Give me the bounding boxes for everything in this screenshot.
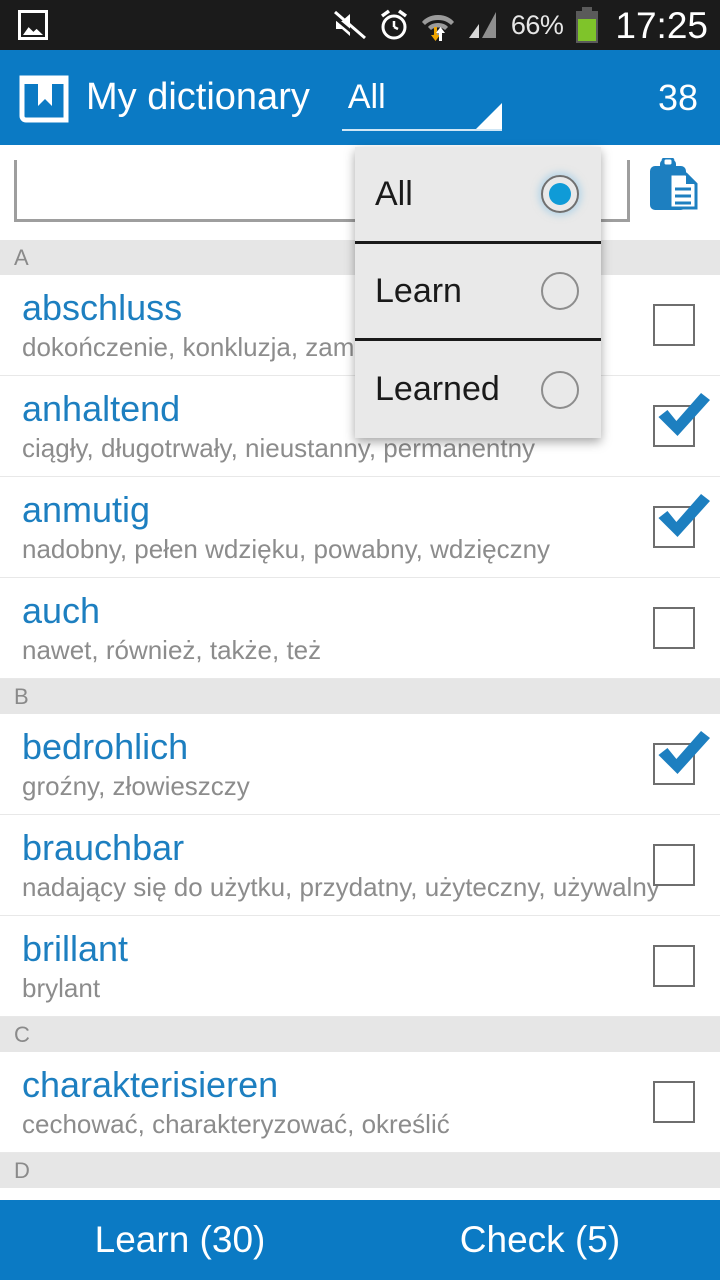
battery-icon [576, 7, 599, 43]
status-bar-right: 66% 17:25 [333, 7, 708, 44]
section-header-b: B [0, 679, 720, 714]
word-checkbox-cell [628, 945, 720, 987]
word-row[interactable]: brauchbar nadający się do użytku, przydat… [0, 815, 720, 916]
action-bar: My dictionary All 38 [0, 50, 720, 145]
word-term: auch [22, 590, 101, 631]
dropdown-item-learned[interactable]: Learned [355, 341, 601, 438]
dropdown-item-label: Learned [375, 370, 500, 408]
word-term: bedrohlich [22, 726, 189, 767]
dropdown-item-label: All [375, 174, 413, 213]
book-bookmark-icon [19, 75, 69, 122]
battery-percent: 66% [510, 9, 564, 40]
word-term: brillant [22, 928, 129, 969]
word-definition: nadający się do użytku, przydatny, użyte… [22, 872, 660, 902]
word-checkbox-cell [628, 1081, 720, 1123]
checkbox-unchecked[interactable] [653, 844, 695, 886]
word-texts: brillant brylant [22, 927, 628, 1005]
dropdown-item-all[interactable]: All [355, 147, 601, 244]
checkbox-unchecked[interactable] [653, 607, 695, 649]
alarm-icon [380, 9, 407, 40]
filter-spinner[interactable]: All [341, 50, 502, 145]
word-row[interactable]: charakterisieren cechować, charakteryzowa… [0, 1052, 720, 1153]
word-texts: bedrohlich groźny, złowieszczy [22, 725, 628, 803]
gallery-icon [18, 10, 48, 40]
word-row[interactable]: anmutig nadobny, pełen wdzięku, powabny, … [0, 477, 720, 578]
word-count-badge: 38 [657, 76, 698, 118]
section-header-c: C [0, 1017, 720, 1052]
checkbox-unchecked[interactable] [653, 1081, 695, 1123]
word-definition: brylant [22, 973, 101, 1003]
learn-button[interactable]: Learn (30) [0, 1200, 360, 1280]
checkbox-checked[interactable] [653, 506, 695, 548]
clipboard-button[interactable] [640, 154, 706, 220]
word-texts: brauchbar nadający się do użytku, przydat… [22, 826, 660, 904]
section-letter: C [14, 1021, 30, 1047]
filter-spinner-value: All [347, 78, 386, 116]
radio-unselected-icon[interactable] [541, 370, 579, 409]
word-definition: nawet, również, także, też [22, 635, 322, 665]
radio-selected-icon[interactable] [541, 175, 579, 213]
signal-icon [468, 12, 496, 38]
word-definition: cechować, charakteryzować, określić [22, 1109, 450, 1139]
section-header-d: D [0, 1153, 720, 1188]
check-button[interactable]: Check (5) [360, 1200, 720, 1280]
word-row[interactable]: auch nawet, również, także, też [0, 578, 720, 679]
word-term: charakterisieren [22, 1064, 279, 1105]
wifi-transfer-icon [421, 15, 454, 41]
spinner-underline [341, 129, 502, 131]
word-checkbox-cell [628, 844, 720, 886]
bottom-action-bar: Learn (30) Check (5) [0, 1200, 720, 1280]
checkbox-checked[interactable] [653, 743, 695, 785]
status-clock: 17:25 [615, 4, 708, 46]
word-row[interactable]: brillant brylant [0, 916, 720, 1017]
page-title: My dictionary [86, 76, 310, 118]
word-texts: charakterisieren cechować, charakteryzowa… [22, 1063, 628, 1141]
word-texts: auch nawet, również, także, też [22, 589, 628, 667]
word-checkbox-cell [628, 743, 720, 785]
checkbox-unchecked[interactable] [653, 304, 695, 346]
filter-dropdown-popup: All Learn Learned [355, 147, 601, 438]
word-checkbox-cell [628, 506, 720, 548]
radio-unselected-icon[interactable] [541, 272, 579, 310]
word-term: anmutig [22, 489, 151, 530]
word-checkbox-cell [628, 304, 720, 346]
dropdown-item-learn[interactable]: Learn [355, 244, 601, 341]
mute-icon [333, 10, 366, 40]
dropdown-item-label: Learn [375, 271, 462, 310]
section-letter: A [14, 244, 29, 270]
word-term: brauchbar [22, 827, 185, 868]
section-letter: D [14, 1157, 30, 1183]
dropdown-triangle-icon [475, 103, 502, 129]
status-bar: 66% 17:25 [0, 0, 720, 50]
checkbox-checked[interactable] [653, 405, 695, 447]
checkbox-unchecked[interactable] [653, 945, 695, 987]
section-letter: B [14, 683, 29, 709]
word-checkbox-cell [628, 405, 720, 447]
word-definition: nadobny, pełen wdzięku, powabny, wdzięcz… [22, 534, 551, 564]
clipboard-icon [650, 158, 698, 210]
word-row[interactable]: bedrohlich groźny, złowieszczy [0, 714, 720, 815]
word-texts: anmutig nadobny, pełen wdzięku, powabny, … [22, 488, 628, 566]
word-checkbox-cell [628, 607, 720, 649]
status-bar-left [12, 10, 333, 40]
word-definition: groźny, złowieszczy [22, 771, 250, 801]
